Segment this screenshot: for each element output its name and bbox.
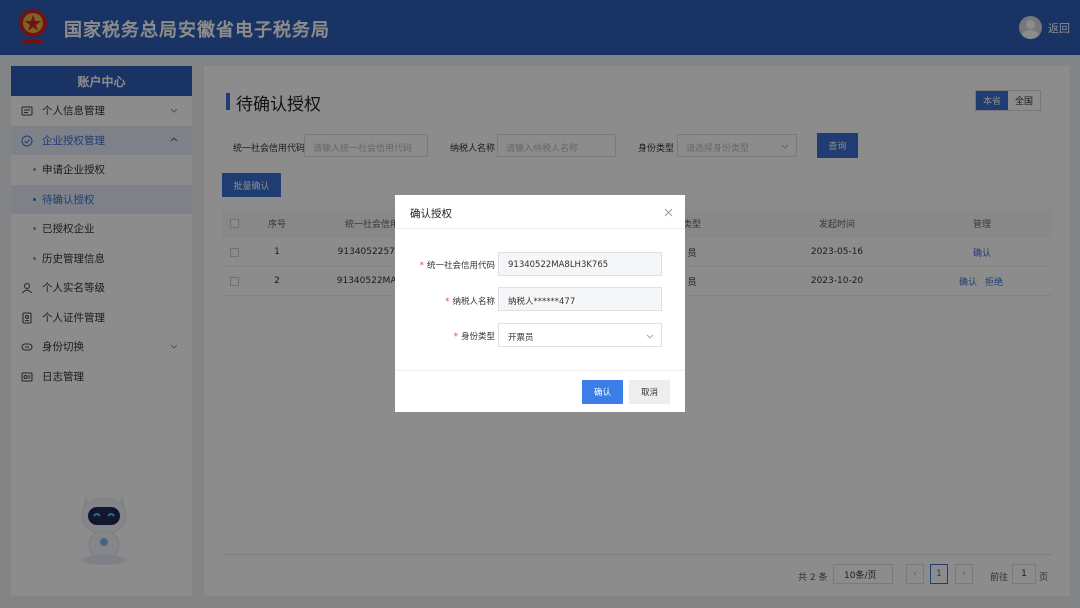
- name-field-label: * 纳税人名称: [445, 297, 495, 307]
- confirm-auth-dialog: 确认授权 * 统一社会信用代码 91340522MA8LH3K765 * 纳税人名称…: [395, 195, 685, 412]
- name-field[interactable]: 纳税人******477: [498, 287, 662, 311]
- dialog-title: 确认授权: [410, 208, 452, 220]
- type-field-label: * 身份类型: [453, 332, 495, 342]
- close-icon[interactable]: [664, 208, 673, 217]
- cancel-button[interactable]: 取消: [629, 380, 670, 404]
- identity-type-select[interactable]: 开票员: [498, 323, 662, 347]
- confirm-button[interactable]: 确认: [582, 380, 623, 404]
- code-field[interactable]: 91340522MA8LH3K765: [498, 252, 662, 276]
- chevron-down-icon: [646, 334, 654, 339]
- code-field-label: * 统一社会信用代码: [419, 261, 495, 271]
